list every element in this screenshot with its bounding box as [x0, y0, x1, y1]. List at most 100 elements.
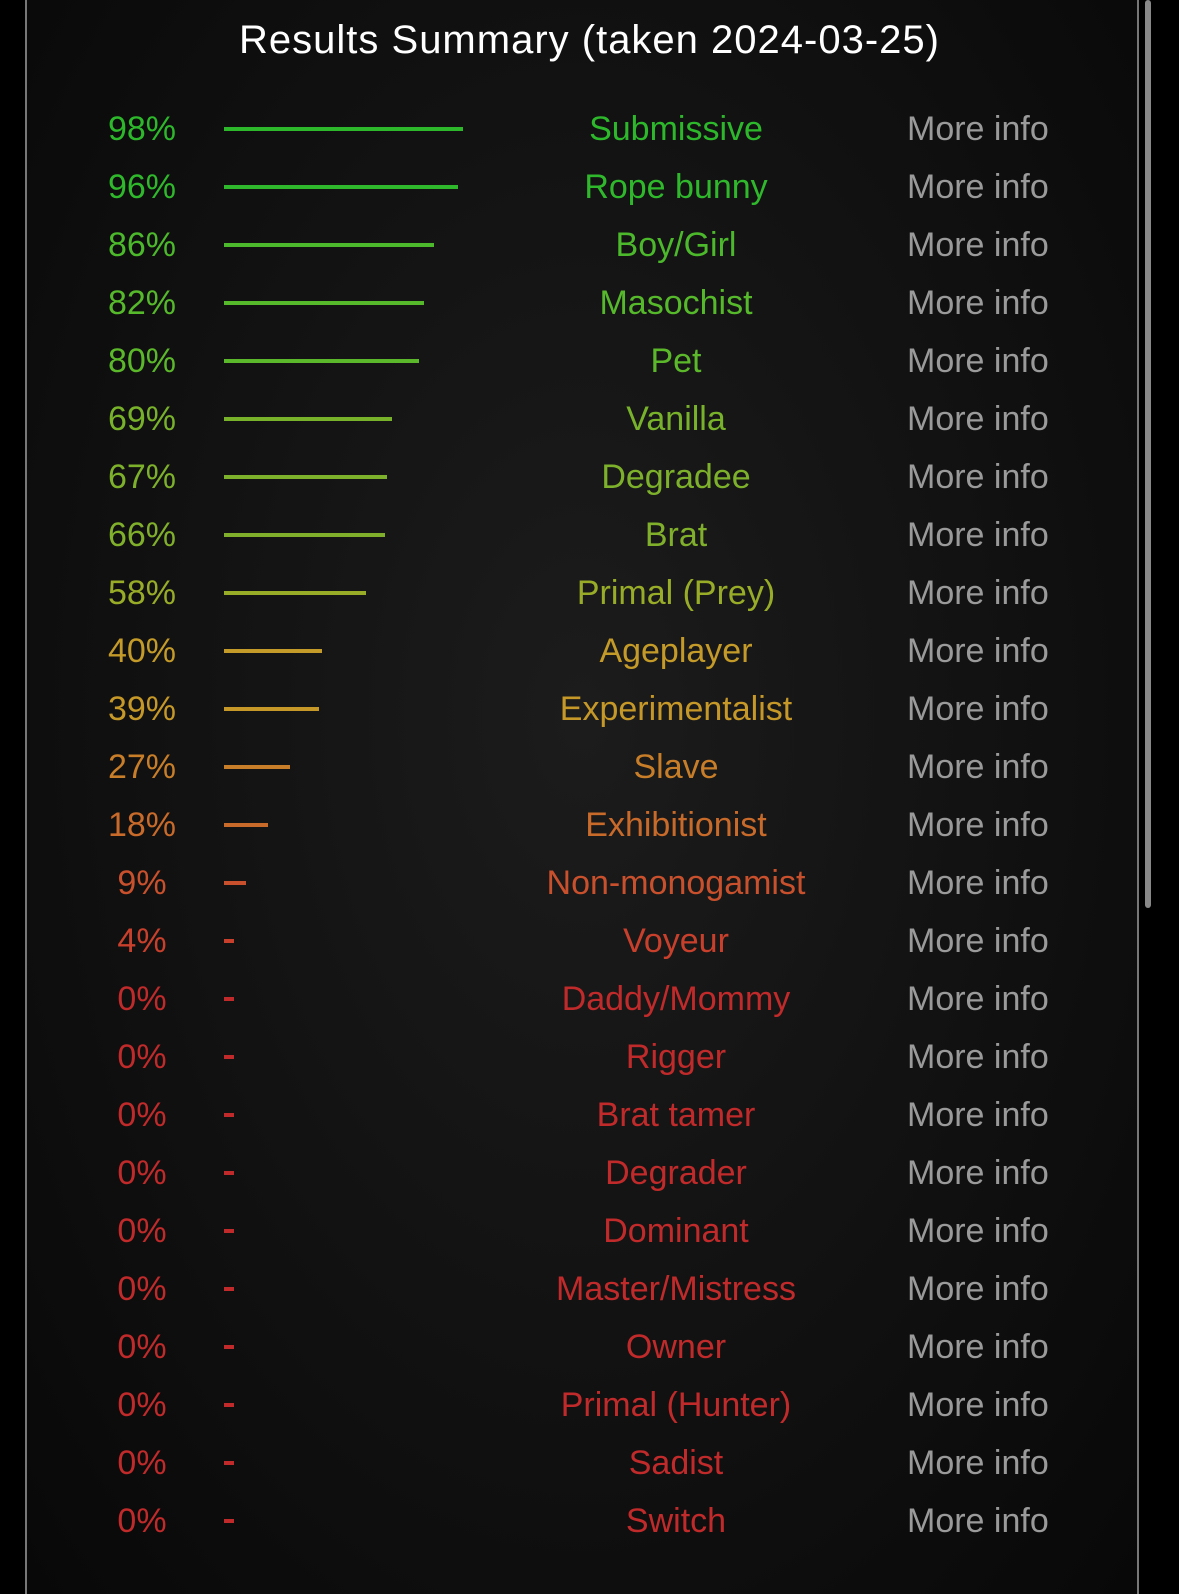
result-row: 80% Pet More info — [0, 332, 1179, 390]
result-label: Submissive — [589, 110, 763, 148]
result-label: Master/Mistress — [556, 1270, 796, 1308]
result-percent: 9% — [117, 864, 167, 902]
result-percent: 40% — [107, 632, 177, 670]
result-bar — [224, 185, 459, 189]
result-bar — [224, 1287, 234, 1291]
result-row: 0% Sadist More info — [0, 1434, 1179, 1492]
result-label: Brat — [644, 516, 708, 554]
more-info-link[interactable]: More info — [907, 796, 1049, 854]
result-label: Switch — [625, 1502, 727, 1540]
result-percent: 86% — [107, 226, 177, 264]
result-percent: 27% — [107, 748, 177, 786]
result-bar — [224, 475, 388, 479]
more-info-link[interactable]: More info — [907, 1318, 1049, 1376]
result-bar — [224, 881, 246, 885]
more-info-link[interactable]: More info — [907, 680, 1049, 738]
result-label: Brat tamer — [596, 1096, 756, 1134]
result-row: 4% Voyeur More info — [0, 912, 1179, 970]
result-percent: 0% — [117, 1386, 167, 1424]
result-row: 66% Brat More info — [0, 506, 1179, 564]
result-label: Slave — [633, 748, 719, 786]
result-row: 18% Exhibitionist More info — [0, 796, 1179, 854]
result-label: Masochist — [599, 284, 753, 322]
more-info-link[interactable]: More info — [907, 912, 1049, 970]
result-percent: 58% — [107, 574, 177, 612]
more-info-link[interactable]: More info — [907, 1144, 1049, 1202]
more-info-link[interactable]: More info — [907, 1492, 1049, 1550]
result-percent: 0% — [117, 1444, 167, 1482]
more-info-link[interactable]: More info — [907, 622, 1049, 680]
more-info-link[interactable]: More info — [907, 216, 1049, 274]
result-bar — [224, 1113, 234, 1117]
result-row: 0% Brat tamer More info — [0, 1086, 1179, 1144]
result-bar — [224, 823, 268, 827]
result-bar — [224, 533, 386, 537]
result-label: Degrader — [605, 1154, 747, 1192]
more-info-link[interactable]: More info — [907, 390, 1049, 448]
result-bar — [224, 939, 234, 943]
result-label: Non-monogamist — [546, 864, 806, 902]
result-label: Boy/Girl — [615, 226, 737, 264]
result-bar — [224, 1403, 234, 1407]
scrollbar[interactable] — [1145, 0, 1151, 908]
result-bar — [224, 707, 320, 711]
result-row: 82% Masochist More info — [0, 274, 1179, 332]
more-info-link[interactable]: More info — [907, 158, 1049, 216]
result-label: Vanilla — [626, 400, 726, 438]
result-label: Rigger — [625, 1038, 727, 1076]
result-percent: 96% — [107, 168, 177, 206]
result-label: Exhibitionist — [585, 806, 767, 844]
result-percent: 82% — [107, 284, 177, 322]
result-bar — [224, 417, 393, 421]
result-label: Daddy/Mommy — [561, 980, 791, 1018]
result-row: 0% Degrader More info — [0, 1144, 1179, 1202]
result-label: Owner — [625, 1328, 727, 1366]
result-row: 67% Degradee More info — [0, 448, 1179, 506]
more-info-link[interactable]: More info — [907, 448, 1049, 506]
more-info-link[interactable]: More info — [907, 506, 1049, 564]
result-bar — [224, 997, 234, 1001]
result-bar — [224, 591, 366, 595]
result-row: 27% Slave More info — [0, 738, 1179, 796]
more-info-link[interactable]: More info — [907, 100, 1049, 158]
result-row: 58% Primal (Prey) More info — [0, 564, 1179, 622]
more-info-link[interactable]: More info — [907, 738, 1049, 796]
more-info-link[interactable]: More info — [907, 332, 1049, 390]
result-bar — [224, 127, 464, 131]
more-info-link[interactable]: More info — [907, 274, 1049, 332]
result-percent: 66% — [107, 516, 177, 554]
more-info-link[interactable]: More info — [907, 564, 1049, 622]
result-label: Sadist — [628, 1444, 724, 1482]
result-row: 39% Experimentalist More info — [0, 680, 1179, 738]
more-info-link[interactable]: More info — [907, 1376, 1049, 1434]
result-percent: 0% — [117, 1502, 167, 1540]
result-percent: 80% — [107, 342, 177, 380]
result-percent: 0% — [117, 1328, 167, 1366]
result-bar — [224, 301, 425, 305]
more-info-link[interactable]: More info — [907, 1086, 1049, 1144]
more-info-link[interactable]: More info — [907, 1202, 1049, 1260]
result-label: Ageplayer — [599, 632, 753, 670]
result-percent: 69% — [107, 400, 177, 438]
result-label: Rope bunny — [584, 168, 768, 206]
result-row: 0% Rigger More info — [0, 1028, 1179, 1086]
result-row: 86% Boy/Girl More info — [0, 216, 1179, 274]
result-row: 0% Master/Mistress More info — [0, 1260, 1179, 1318]
result-bar — [224, 359, 420, 363]
more-info-link[interactable]: More info — [907, 1260, 1049, 1318]
result-percent: 0% — [117, 1038, 167, 1076]
result-label: Dominant — [603, 1212, 749, 1250]
result-row: 0% Dominant More info — [0, 1202, 1179, 1260]
result-bar — [224, 1055, 234, 1059]
result-row: 0% Primal (Hunter) More info — [0, 1376, 1179, 1434]
result-label: Primal (Hunter) — [560, 1386, 792, 1424]
result-row: 0% Daddy/Mommy More info — [0, 970, 1179, 1028]
result-row: 9% Non-monogamist More info — [0, 854, 1179, 912]
more-info-link[interactable]: More info — [907, 1028, 1049, 1086]
more-info-link[interactable]: More info — [907, 970, 1049, 1028]
result-bar — [224, 243, 434, 247]
result-bar — [224, 649, 322, 653]
more-info-link[interactable]: More info — [907, 854, 1049, 912]
result-bar — [224, 1171, 234, 1175]
more-info-link[interactable]: More info — [907, 1434, 1049, 1492]
